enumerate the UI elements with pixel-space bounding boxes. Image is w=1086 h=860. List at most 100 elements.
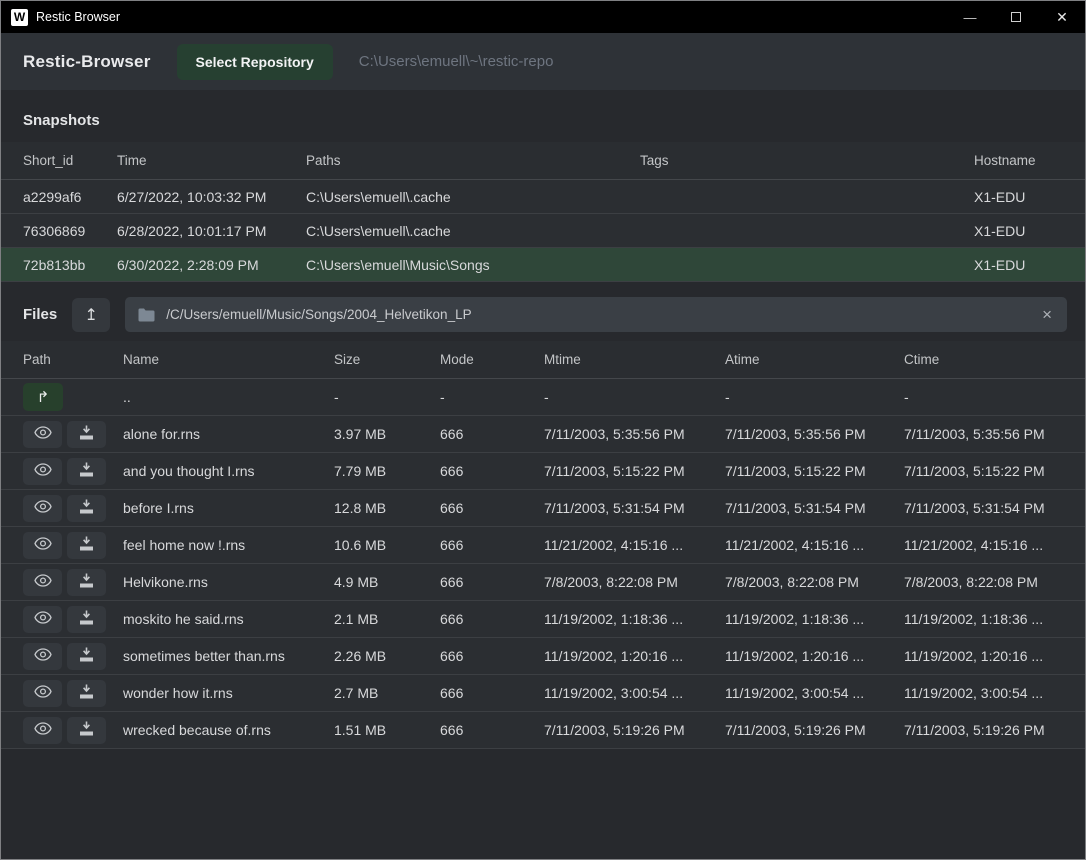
column-header-size[interactable]: Size bbox=[334, 352, 440, 367]
parent-directory-row[interactable]: ↱ .. - - - - - bbox=[1, 379, 1085, 416]
clear-path-icon: × bbox=[1042, 305, 1052, 324]
file-atime: 7/11/2003, 5:19:26 PM bbox=[725, 722, 904, 738]
current-path-text: /C/Users/emuell/Music/Songs/2004_Helveti… bbox=[166, 307, 1040, 322]
clear-path-button[interactable]: × bbox=[1040, 306, 1054, 323]
eye-icon bbox=[34, 574, 52, 590]
snapshot-hostname: X1-EDU bbox=[974, 257, 1067, 273]
preview-file-button[interactable] bbox=[23, 717, 62, 744]
column-header-paths[interactable]: Paths bbox=[306, 153, 640, 168]
preview-file-button[interactable] bbox=[23, 643, 62, 670]
preview-file-button[interactable] bbox=[23, 532, 62, 559]
column-header-time[interactable]: Time bbox=[117, 153, 306, 168]
file-size: 2.26 MB bbox=[334, 648, 440, 664]
file-mode: 666 bbox=[440, 574, 544, 590]
go-parent-directory-button[interactable]: ↱ bbox=[23, 383, 63, 411]
file-row[interactable]: and you thought I.rns 7.79 MB 666 7/11/2… bbox=[1, 453, 1085, 490]
eye-icon bbox=[34, 685, 52, 701]
file-ctime: 11/19/2002, 3:00:54 ... bbox=[904, 685, 1067, 701]
restore-file-button[interactable] bbox=[67, 495, 106, 522]
column-header-mode[interactable]: Mode bbox=[440, 352, 544, 367]
column-header-atime[interactable]: Atime bbox=[725, 352, 904, 367]
file-row[interactable]: feel home now !.rns 10.6 MB 666 11/21/20… bbox=[1, 527, 1085, 564]
wails-app-icon: W bbox=[11, 9, 28, 26]
file-name: alone for.rns bbox=[123, 426, 334, 442]
snapshots-table-header: Short_id Time Paths Tags Hostname bbox=[1, 142, 1085, 180]
file-row[interactable]: wonder how it.rns 2.7 MB 666 11/19/2002,… bbox=[1, 675, 1085, 712]
minimize-button[interactable]: — bbox=[947, 1, 993, 33]
file-size: 2.1 MB bbox=[334, 611, 440, 627]
file-name: feel home now !.rns bbox=[123, 537, 334, 553]
file-name: and you thought I.rns bbox=[123, 463, 334, 479]
preview-file-button[interactable] bbox=[23, 569, 62, 596]
restore-file-button[interactable] bbox=[67, 717, 106, 744]
navigate-up-button[interactable]: ↥ bbox=[72, 298, 110, 332]
snapshot-paths: C:\Users\emuell\.cache bbox=[306, 189, 640, 205]
file-row[interactable]: wrecked because of.rns 1.51 MB 666 7/11/… bbox=[1, 712, 1085, 749]
file-mode: - bbox=[440, 389, 544, 405]
file-row[interactable]: Helvikone.rns 4.9 MB 666 7/8/2003, 8:22:… bbox=[1, 564, 1085, 601]
maximize-button[interactable] bbox=[993, 1, 1039, 33]
restore-file-button[interactable] bbox=[67, 421, 106, 448]
column-header-ctime[interactable]: Ctime bbox=[904, 352, 1067, 367]
snapshot-time: 6/28/2022, 10:01:17 PM bbox=[117, 223, 306, 239]
file-atime: 11/19/2002, 1:18:36 ... bbox=[725, 611, 904, 627]
restore-file-button[interactable] bbox=[67, 643, 106, 670]
restore-file-button[interactable] bbox=[67, 532, 106, 559]
file-ctime: 7/11/2003, 5:15:22 PM bbox=[904, 463, 1067, 479]
file-size: 3.97 MB bbox=[334, 426, 440, 442]
file-ctime: 7/11/2003, 5:19:26 PM bbox=[904, 722, 1067, 738]
file-mode: 666 bbox=[440, 500, 544, 516]
eye-icon bbox=[34, 611, 52, 627]
download-icon bbox=[79, 647, 94, 665]
preview-file-button[interactable] bbox=[23, 680, 62, 707]
current-path-bar[interactable]: /C/Users/emuell/Music/Songs/2004_Helveti… bbox=[125, 297, 1067, 332]
minimize-icon: — bbox=[964, 10, 977, 25]
file-mtime: 11/19/2002, 1:20:16 ... bbox=[544, 648, 725, 664]
select-repository-button[interactable]: Select Repository bbox=[177, 44, 333, 80]
snapshot-shortid: 72b813bb bbox=[23, 257, 117, 273]
file-ctime: 11/21/2002, 4:15:16 ... bbox=[904, 537, 1067, 553]
restore-file-button[interactable] bbox=[67, 680, 106, 707]
file-mode: 666 bbox=[440, 537, 544, 553]
column-header-shortid[interactable]: Short_id bbox=[23, 153, 117, 168]
file-row[interactable]: before I.rns 12.8 MB 666 7/11/2003, 5:31… bbox=[1, 490, 1085, 527]
file-mtime: 7/11/2003, 5:31:54 PM bbox=[544, 500, 725, 516]
column-header-path[interactable]: Path bbox=[23, 352, 123, 367]
snapshot-row-selected[interactable]: 72b813bb 6/30/2022, 2:28:09 PM C:\Users\… bbox=[1, 248, 1085, 282]
preview-file-button[interactable] bbox=[23, 421, 62, 448]
folder-icon bbox=[138, 308, 155, 322]
file-mtime: 7/11/2003, 5:35:56 PM bbox=[544, 426, 725, 442]
file-name: .. bbox=[123, 389, 334, 405]
file-ctime: 11/19/2002, 1:18:36 ... bbox=[904, 611, 1067, 627]
close-button[interactable]: ✕ bbox=[1039, 1, 1085, 33]
file-row[interactable]: moskito he said.rns 2.1 MB 666 11/19/200… bbox=[1, 601, 1085, 638]
snapshot-row[interactable]: 76306869 6/28/2022, 10:01:17 PM C:\Users… bbox=[1, 214, 1085, 248]
file-atime: 7/11/2003, 5:35:56 PM bbox=[725, 426, 904, 442]
file-mode: 666 bbox=[440, 685, 544, 701]
title-bar: W Restic Browser — ✕ bbox=[1, 1, 1085, 33]
snapshot-hostname: X1-EDU bbox=[974, 189, 1067, 205]
snapshot-paths: C:\Users\emuell\Music\Songs bbox=[306, 257, 640, 273]
column-header-mtime[interactable]: Mtime bbox=[544, 352, 725, 367]
column-header-name[interactable]: Name bbox=[123, 352, 334, 367]
column-header-hostname[interactable]: Hostname bbox=[974, 153, 1067, 168]
preview-file-button[interactable] bbox=[23, 495, 62, 522]
file-row[interactable]: alone for.rns 3.97 MB 666 7/11/2003, 5:3… bbox=[1, 416, 1085, 453]
restore-file-button[interactable] bbox=[67, 606, 106, 633]
file-name: Helvikone.rns bbox=[123, 574, 334, 590]
preview-file-button[interactable] bbox=[23, 458, 62, 485]
file-size: 7.79 MB bbox=[334, 463, 440, 479]
file-row[interactable]: sometimes better than.rns 2.26 MB 666 11… bbox=[1, 638, 1085, 675]
file-mtime: - bbox=[544, 389, 725, 405]
restore-file-button[interactable] bbox=[67, 569, 106, 596]
eye-icon bbox=[34, 426, 52, 442]
file-atime: 7/11/2003, 5:15:22 PM bbox=[725, 463, 904, 479]
repository-path: C:\Users\emuell\~\restic-repo bbox=[359, 53, 554, 70]
snapshots-section-title: Snapshots bbox=[1, 90, 1085, 142]
column-header-tags[interactable]: Tags bbox=[640, 153, 974, 168]
snapshot-row[interactable]: a2299af6 6/27/2022, 10:03:32 PM C:\Users… bbox=[1, 180, 1085, 214]
restore-file-button[interactable] bbox=[67, 458, 106, 485]
preview-file-button[interactable] bbox=[23, 606, 62, 633]
file-atime: - bbox=[725, 389, 904, 405]
window-title: Restic Browser bbox=[36, 10, 120, 24]
